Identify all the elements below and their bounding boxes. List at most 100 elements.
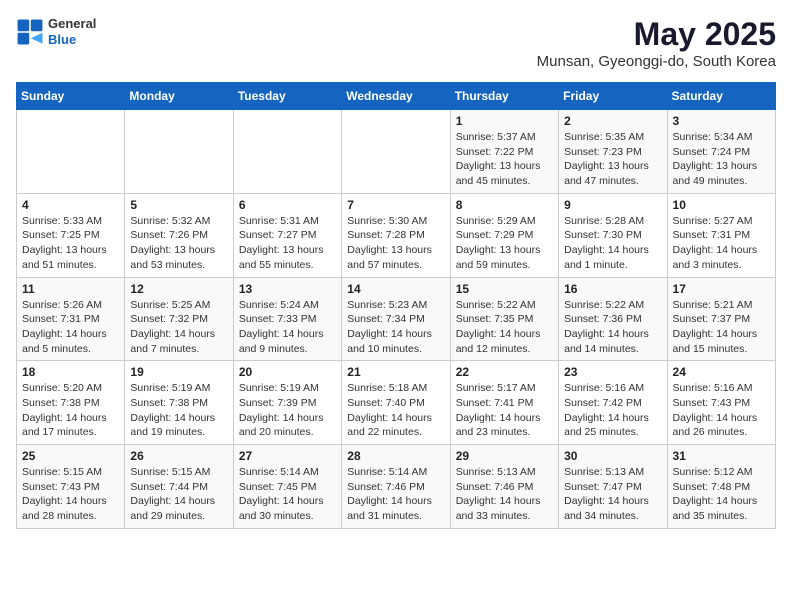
day-number: 14 [347,282,444,296]
title-block: May 2025 Munsan, Gyeonggi-do, South Kore… [537,16,776,70]
logo: General Blue [16,16,96,47]
day-info: Sunrise: 5:18 AM Sunset: 7:40 PM Dayligh… [347,381,444,440]
day-number: 25 [22,449,119,463]
day-number: 8 [456,198,553,212]
header-row: SundayMondayTuesdayWednesdayThursdayFrid… [17,83,776,110]
header-cell-sunday: Sunday [17,83,125,110]
day-info: Sunrise: 5:28 AM Sunset: 7:30 PM Dayligh… [564,214,661,273]
header-cell-wednesday: Wednesday [342,83,450,110]
day-info: Sunrise: 5:16 AM Sunset: 7:43 PM Dayligh… [673,381,770,440]
day-info: Sunrise: 5:19 AM Sunset: 7:39 PM Dayligh… [239,381,336,440]
calendar-cell [233,110,341,194]
header-cell-monday: Monday [125,83,233,110]
week-row-3: 11Sunrise: 5:26 AM Sunset: 7:31 PM Dayli… [17,277,776,361]
day-number: 11 [22,282,119,296]
logo-blue: Blue [48,32,96,48]
calendar-cell: 19Sunrise: 5:19 AM Sunset: 7:38 PM Dayli… [125,361,233,445]
day-info: Sunrise: 5:29 AM Sunset: 7:29 PM Dayligh… [456,214,553,273]
day-number: 26 [130,449,227,463]
day-number: 17 [673,282,770,296]
day-info: Sunrise: 5:24 AM Sunset: 7:33 PM Dayligh… [239,298,336,357]
day-number: 16 [564,282,661,296]
day-number: 7 [347,198,444,212]
calendar-cell: 18 Sunrise: 5:20 AM Sunset: 7:38 PM Dayli… [17,361,125,445]
day-number: 30 [564,449,661,463]
calendar-cell: 12 Sunrise: 5:25 AM Sunset: 7:32 PM Dayli… [125,277,233,361]
calendar-cell: 21 Sunrise: 5:18 AM Sunset: 7:40 PM Dayli… [342,361,450,445]
calendar-cell: 22 Sunrise: 5:17 AM Sunset: 7:41 PM Dayli… [450,361,558,445]
day-number: 21 [347,365,444,379]
header-cell-saturday: Saturday [667,83,775,110]
calendar-cell: 2 Sunrise: 5:35 AM Sunset: 7:23 PM Daylig… [559,110,667,194]
day-number: 2 [564,114,661,128]
day-info: Sunrise: 5:17 AM Sunset: 7:41 PM Dayligh… [456,381,553,440]
calendar-cell: 23 Sunrise: 5:16 AM Sunset: 7:42 PM Dayli… [559,361,667,445]
day-number: 5 [130,198,227,212]
day-info: Sunrise: 5:30 AM Sunset: 7:28 PM Dayligh… [347,214,444,273]
header-cell-thursday: Thursday [450,83,558,110]
day-number: 4 [22,198,119,212]
day-info: Sunrise: 5:23 AM Sunset: 7:34 PM Dayligh… [347,298,444,357]
calendar-cell: 24 Sunrise: 5:16 AM Sunset: 7:43 PM Dayli… [667,361,775,445]
logo-text: General Blue [48,16,96,47]
day-number: 19 [130,365,227,379]
day-number: 12 [130,282,227,296]
day-info: Sunrise: 5:34 AM Sunset: 7:24 PM Dayligh… [673,130,770,189]
day-info: Sunrise: 5:12 AM Sunset: 7:48 PM Dayligh… [673,465,770,524]
week-row-2: 4Sunrise: 5:33 AM Sunset: 7:25 PM Daylig… [17,193,776,277]
calendar-cell: 20Sunrise: 5:19 AM Sunset: 7:39 PM Dayli… [233,361,341,445]
calendar-cell [17,110,125,194]
day-info: Sunrise: 5:22 AM Sunset: 7:35 PM Dayligh… [456,298,553,357]
day-number: 29 [456,449,553,463]
day-number: 10 [673,198,770,212]
day-info: Sunrise: 5:25 AM Sunset: 7:32 PM Dayligh… [130,298,227,357]
calendar-cell: 31 Sunrise: 5:12 AM Sunset: 7:48 PM Dayli… [667,445,775,529]
header-cell-friday: Friday [559,83,667,110]
header-cell-tuesday: Tuesday [233,83,341,110]
week-row-5: 25 Sunrise: 5:15 AM Sunset: 7:43 PM Dayli… [17,445,776,529]
calendar-cell: 6Sunrise: 5:31 AM Sunset: 7:27 PM Daylig… [233,193,341,277]
calendar-table: SundayMondayTuesdayWednesdayThursdayFrid… [16,82,776,529]
calendar-cell: 16 Sunrise: 5:22 AM Sunset: 7:36 PM Dayli… [559,277,667,361]
day-number: 13 [239,282,336,296]
day-info: Sunrise: 5:32 AM Sunset: 7:26 PM Dayligh… [130,214,227,273]
day-number: 6 [239,198,336,212]
calendar-cell: 15 Sunrise: 5:22 AM Sunset: 7:35 PM Dayli… [450,277,558,361]
calendar-cell: 5 Sunrise: 5:32 AM Sunset: 7:26 PM Daylig… [125,193,233,277]
day-number: 24 [673,365,770,379]
logo-general: General [48,16,96,32]
logo-icon [16,18,44,46]
day-info: Sunrise: 5:35 AM Sunset: 7:23 PM Dayligh… [564,130,661,189]
calendar-cell: 29Sunrise: 5:13 AM Sunset: 7:46 PM Dayli… [450,445,558,529]
calendar-cell: 1Sunrise: 5:37 AM Sunset: 7:22 PM Daylig… [450,110,558,194]
day-number: 3 [673,114,770,128]
day-number: 1 [456,114,553,128]
day-info: Sunrise: 5:15 AM Sunset: 7:43 PM Dayligh… [22,465,119,524]
week-row-4: 18 Sunrise: 5:20 AM Sunset: 7:38 PM Dayli… [17,361,776,445]
week-row-1: 1Sunrise: 5:37 AM Sunset: 7:22 PM Daylig… [17,110,776,194]
calendar-cell: 30Sunrise: 5:13 AM Sunset: 7:47 PM Dayli… [559,445,667,529]
day-info: Sunrise: 5:22 AM Sunset: 7:36 PM Dayligh… [564,298,661,357]
day-number: 28 [347,449,444,463]
calendar-cell: 4Sunrise: 5:33 AM Sunset: 7:25 PM Daylig… [17,193,125,277]
day-info: Sunrise: 5:14 AM Sunset: 7:45 PM Dayligh… [239,465,336,524]
day-number: 31 [673,449,770,463]
day-info: Sunrise: 5:20 AM Sunset: 7:38 PM Dayligh… [22,381,119,440]
day-number: 18 [22,365,119,379]
calendar-cell: 11Sunrise: 5:26 AM Sunset: 7:31 PM Dayli… [17,277,125,361]
day-number: 15 [456,282,553,296]
calendar-cell: 13 Sunrise: 5:24 AM Sunset: 7:33 PM Dayli… [233,277,341,361]
calendar-cell: 10Sunrise: 5:27 AM Sunset: 7:31 PM Dayli… [667,193,775,277]
calendar-cell: 25 Sunrise: 5:15 AM Sunset: 7:43 PM Dayli… [17,445,125,529]
calendar-cell: 26Sunrise: 5:15 AM Sunset: 7:44 PM Dayli… [125,445,233,529]
day-number: 23 [564,365,661,379]
day-number: 9 [564,198,661,212]
calendar-cell [342,110,450,194]
day-info: Sunrise: 5:21 AM Sunset: 7:37 PM Dayligh… [673,298,770,357]
day-info: Sunrise: 5:16 AM Sunset: 7:42 PM Dayligh… [564,381,661,440]
calendar-cell: 7 Sunrise: 5:30 AM Sunset: 7:28 PM Daylig… [342,193,450,277]
page-title: May 2025 [537,16,776,53]
calendar-cell [125,110,233,194]
page-header: General Blue May 2025 Munsan, Gyeonggi-d… [16,16,776,70]
day-number: 22 [456,365,553,379]
